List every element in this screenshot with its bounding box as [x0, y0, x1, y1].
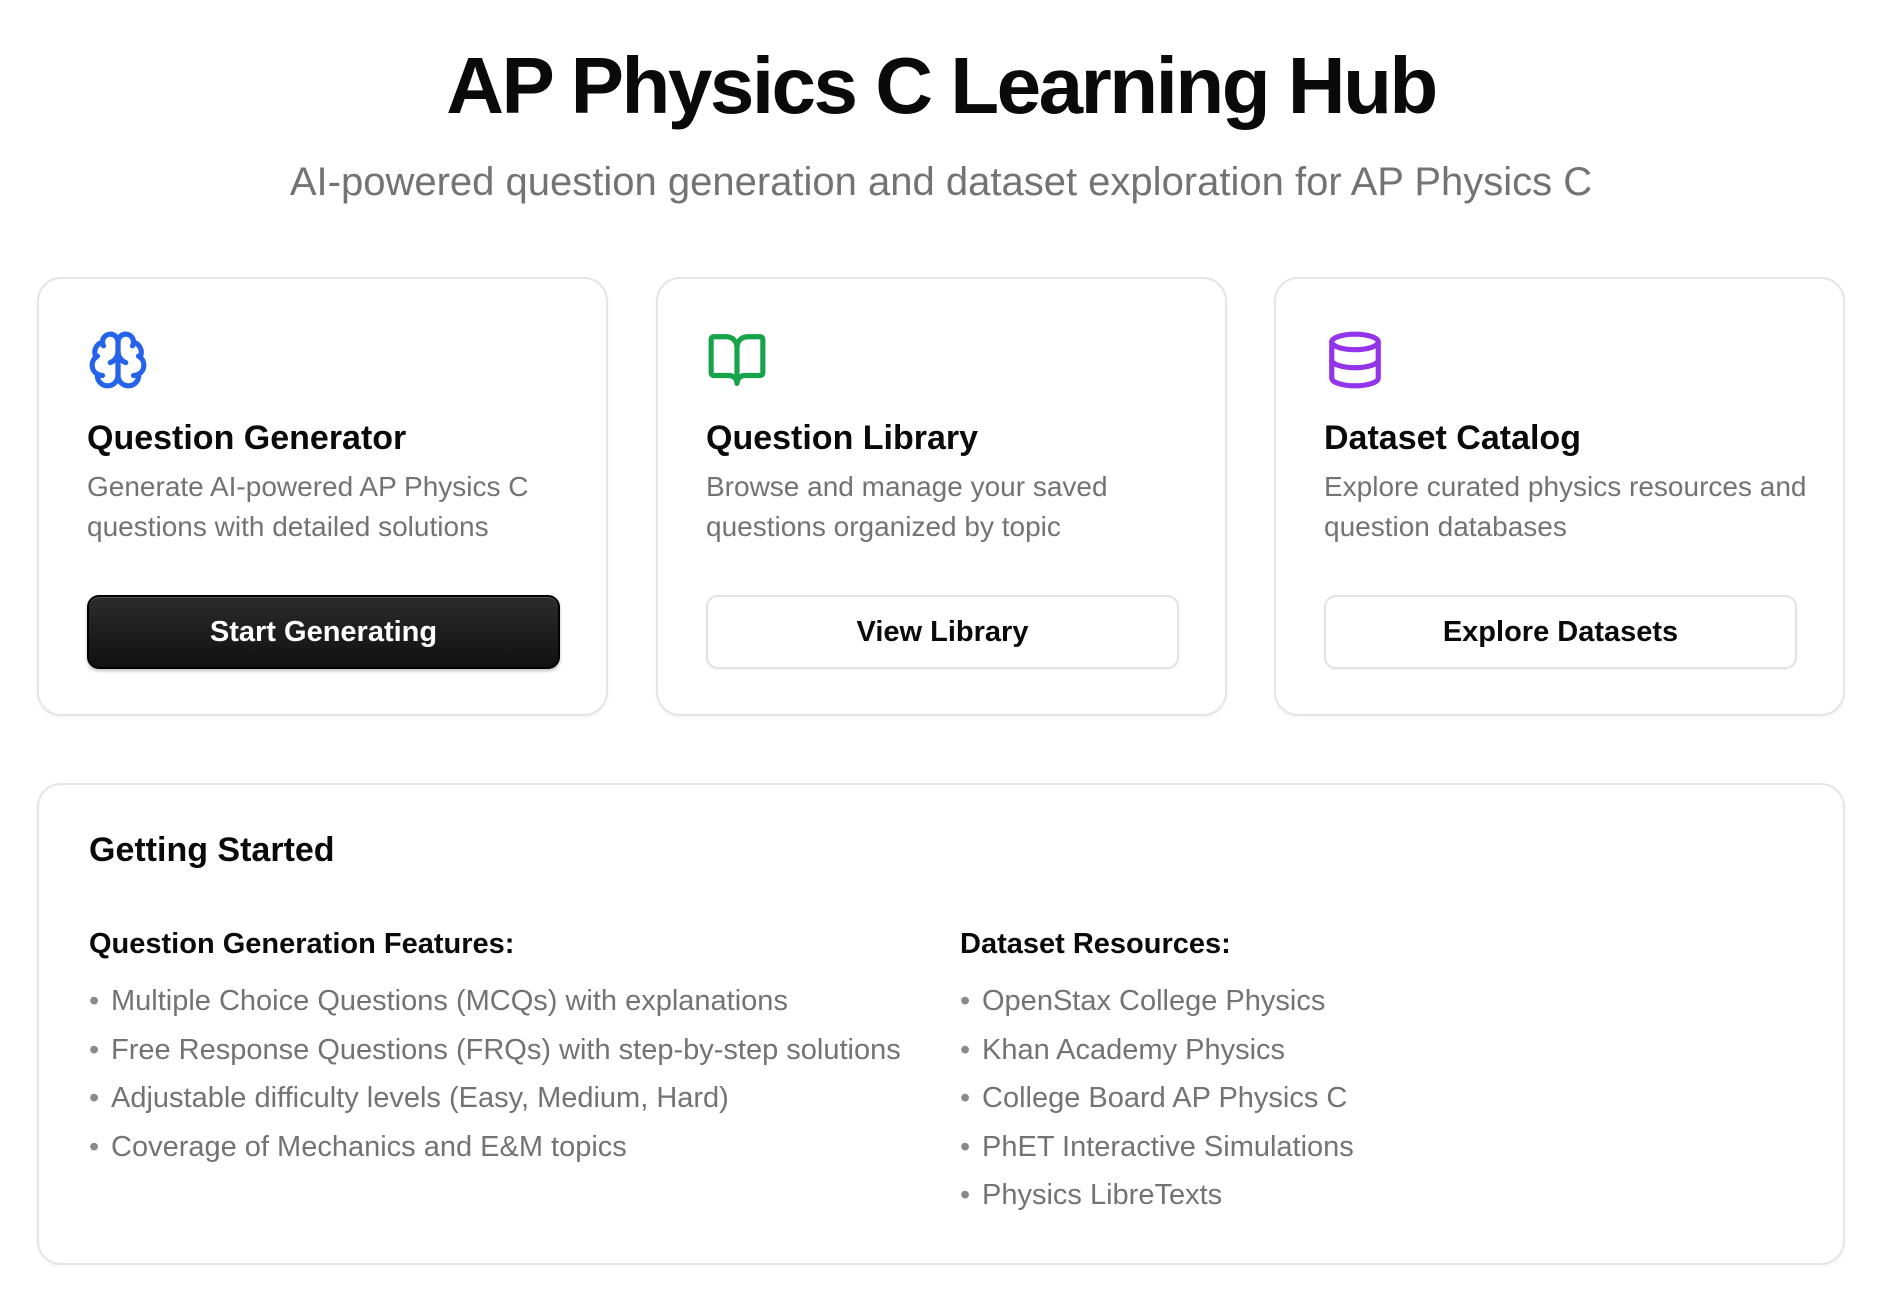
list-item: • Multiple Choice Questions (MCQs) with e…	[89, 977, 901, 1026]
getting-started-title: Getting Started	[89, 831, 335, 869]
list-item-text: Coverage of Mechanics and E&M topics	[111, 1130, 627, 1163]
list-item: • Coverage of Mechanics and E&M topics	[89, 1123, 901, 1172]
list-item-text: Multiple Choice Questions (MCQs) with ex…	[111, 985, 788, 1017]
page: AP Physics C Learning Hub AI-powered que…	[0, 0, 1882, 1316]
card-title: Question Library	[706, 419, 979, 457]
list-item: • Khan Academy Physics	[960, 1026, 1354, 1075]
bullet: •	[89, 1082, 100, 1114]
list-item-text: Adjustable difficulty levels (Easy, Medi…	[111, 1082, 729, 1114]
features-column: Question Generation Features: • Multiple …	[89, 928, 901, 1171]
dataset-catalog-card: Dataset Catalog Explore curated physics …	[1274, 277, 1845, 716]
card-description: Browse and manage your saved questions o…	[706, 471, 1108, 542]
page-subtitle: AI-powered question generation and datas…	[289, 160, 1593, 204]
view-library-button[interactable]: View Library	[706, 595, 1179, 669]
bullet: •	[89, 1033, 100, 1066]
list-item-text: PhET Interactive Simulations	[982, 1130, 1354, 1163]
bullet: •	[960, 1130, 971, 1163]
bullet: •	[89, 985, 100, 1017]
list-item-text: OpenStax College Physics	[982, 985, 1326, 1017]
card-title: Dataset Catalog	[1324, 419, 1581, 457]
features-title: Question Generation Features:	[89, 928, 515, 960]
list-item-text: College Board AP Physics C	[982, 1082, 1348, 1114]
card-description: Generate AI-powered AP Physics C questio…	[87, 471, 529, 542]
resources-column: Dataset Resources: • OpenStax College Phy…	[960, 928, 1354, 1220]
brain-icon	[87, 329, 149, 391]
question-generator-card: Question Generator Generate AI-powered A…	[37, 277, 608, 716]
bullet: •	[960, 1033, 971, 1066]
explore-datasets-button[interactable]: Explore Datasets	[1324, 595, 1797, 669]
list-item-text: Physics LibreTexts	[982, 1179, 1223, 1211]
bullet: •	[960, 985, 971, 1017]
list-item: • Physics LibreTexts	[960, 1171, 1354, 1220]
list-item: • Adjustable difficulty levels (Easy, Med…	[89, 1074, 901, 1123]
resources-list: • OpenStax College Physics • Khan Academy …	[960, 977, 1354, 1220]
list-item-text: Khan Academy Physics	[982, 1033, 1286, 1066]
card-title: Question Generator	[87, 419, 407, 457]
card-description: Explore curated physics resources and qu…	[1324, 471, 1807, 542]
list-item: • PhET Interactive Simulations	[960, 1123, 1354, 1172]
getting-started-panel: Getting Started Question Generation Feat…	[37, 783, 1845, 1265]
bullet: •	[89, 1130, 100, 1163]
database-icon	[1324, 329, 1386, 391]
list-item: • Free Response Questions (FRQs) with ste…	[89, 1026, 901, 1075]
page-title: AP Physics C Learning Hub	[446, 41, 1438, 130]
list-item: • College Board AP Physics C	[960, 1074, 1354, 1123]
list-item-text: Free Response Questions (FRQs) with step…	[111, 1033, 901, 1066]
resources-title: Dataset Resources:	[960, 928, 1231, 960]
list-item: • OpenStax College Physics	[960, 977, 1354, 1026]
question-library-card: Question Library Browse and manage your …	[656, 277, 1227, 716]
bullet: •	[960, 1179, 971, 1211]
start-generating-button[interactable]: Start Generating	[87, 595, 560, 669]
features-list: • Multiple Choice Questions (MCQs) with e…	[89, 977, 901, 1171]
book-open-icon	[706, 329, 768, 391]
bullet: •	[960, 1082, 971, 1114]
